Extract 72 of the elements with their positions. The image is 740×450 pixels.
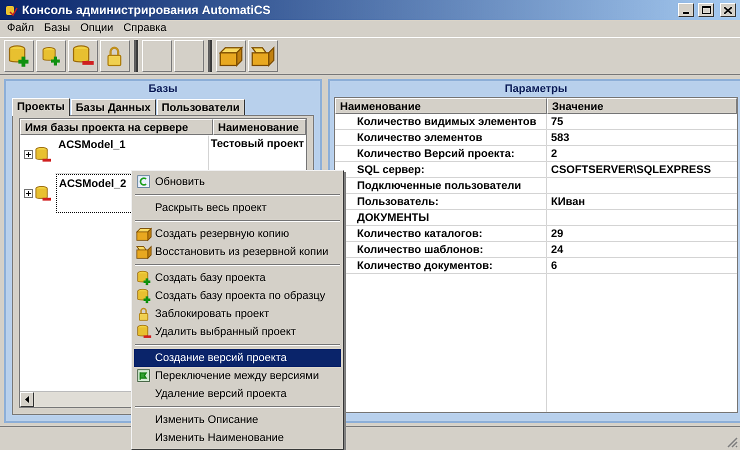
tab[interactable]: Пользователи — [156, 99, 245, 115]
close-icon — [724, 6, 732, 14]
box-icon — [136, 226, 152, 242]
tab[interactable]: Базы Данных — [70, 99, 156, 115]
maximize-button[interactable] — [698, 3, 714, 17]
menu-item[interactable]: Базы — [39, 20, 76, 37]
app-icon — [4, 3, 18, 17]
table-cell-text: Количество видимых элементов — [356, 115, 538, 129]
database-plus-icon — [7, 44, 31, 68]
left-arrow-icon — [25, 396, 29, 403]
table-cell-text: Подключенные пользователи — [356, 179, 522, 193]
column-header[interactable]: Наименование — [335, 98, 547, 114]
toolbar-button[interactable] — [216, 40, 246, 72]
toolbar-button[interactable] — [100, 40, 130, 72]
table-cell-text: КИван — [550, 195, 586, 209]
table-cell-text: 2 — [550, 147, 558, 161]
menu-item[interactable]: Создание версий проекта — [134, 349, 341, 367]
flag-icon — [136, 368, 152, 384]
table-cell-text: Количество документов: — [356, 259, 494, 273]
table-cell-text: Количество шаблонов: — [356, 243, 484, 257]
table-cell-text: SQL сервер: — [356, 163, 426, 177]
menu-item[interactable]: Создать базу проекта — [134, 269, 341, 287]
resize-grip-icon[interactable] — [727, 437, 738, 448]
toolbar-button[interactable] — [142, 40, 172, 72]
menu-item[interactable]: Справка — [118, 20, 172, 37]
toolbar-button[interactable] — [36, 40, 66, 72]
scroll-left-button[interactable] — [20, 392, 34, 407]
table-cell-text: 24 — [550, 243, 564, 257]
menu-item[interactable]: Переключение между версиями — [134, 367, 341, 385]
database-plus-icon — [136, 270, 152, 286]
maximize-icon — [702, 6, 710, 14]
menu-item[interactable]: Опции — [75, 20, 118, 37]
menu-item[interactable]: Удаление версий проекта — [134, 385, 341, 403]
column-header[interactable]: Значение — [547, 98, 737, 114]
column-header[interactable]: Наименование — [213, 119, 306, 135]
table-cell-text: 6 — [550, 259, 558, 273]
database-minus-icon — [71, 44, 95, 68]
toolbar-button[interactable] — [248, 40, 278, 72]
box-icon — [219, 44, 243, 68]
database-plus-icon — [136, 288, 152, 304]
table-cell-text: ДОКУМЕНТЫ — [356, 211, 430, 225]
menu-item[interactable]: Изменить Описание — [134, 411, 341, 429]
table-cell-text: 583 — [550, 131, 570, 145]
menu-item[interactable]: Заблокировать проект — [134, 305, 341, 323]
toolbar-button[interactable] — [4, 40, 34, 72]
column-header[interactable]: Имя базы проекта на сервере — [20, 119, 213, 135]
table-cell-text: 29 — [550, 227, 564, 241]
table-cell-text: CSOFTSERVER\SQLEXPRESS — [550, 163, 712, 177]
table-cell-text: Количество каталогов: — [356, 227, 484, 241]
window-title: Консоль администрирования AutomatiCS — [22, 2, 272, 19]
refresh-icon — [136, 174, 152, 190]
minimize-icon — [683, 12, 689, 14]
menu-item[interactable]: Файл — [2, 20, 40, 37]
tab[interactable]: Проекты — [12, 98, 70, 116]
table-cell-text: Количество Версий проекта: — [356, 147, 516, 161]
table-cell-text: 75 — [550, 115, 564, 129]
expand-icon[interactable] — [24, 189, 33, 198]
toolbar-button[interactable] — [174, 40, 204, 72]
table-cell-text: Количество элементов — [356, 131, 484, 145]
menu-item[interactable]: Создать резервную копию — [134, 225, 341, 243]
menu-item[interactable]: Изменить Наименование — [134, 429, 341, 447]
menu-item[interactable]: Восстановить из резервной копии — [134, 243, 341, 261]
open-box-icon — [136, 244, 152, 260]
open-box-icon — [251, 44, 275, 68]
database-minus-icon — [136, 324, 152, 340]
expand-icon[interactable] — [24, 150, 33, 159]
menu-item[interactable]: Создать базу проекта по образцу — [134, 287, 341, 305]
menu-item[interactable]: Удалить выбранный проект — [134, 323, 341, 341]
toolbar-button[interactable] — [68, 40, 98, 72]
close-button[interactable] — [720, 3, 736, 17]
minimize-button[interactable] — [678, 3, 694, 17]
table-cell-text: Пользователь: — [356, 195, 440, 209]
